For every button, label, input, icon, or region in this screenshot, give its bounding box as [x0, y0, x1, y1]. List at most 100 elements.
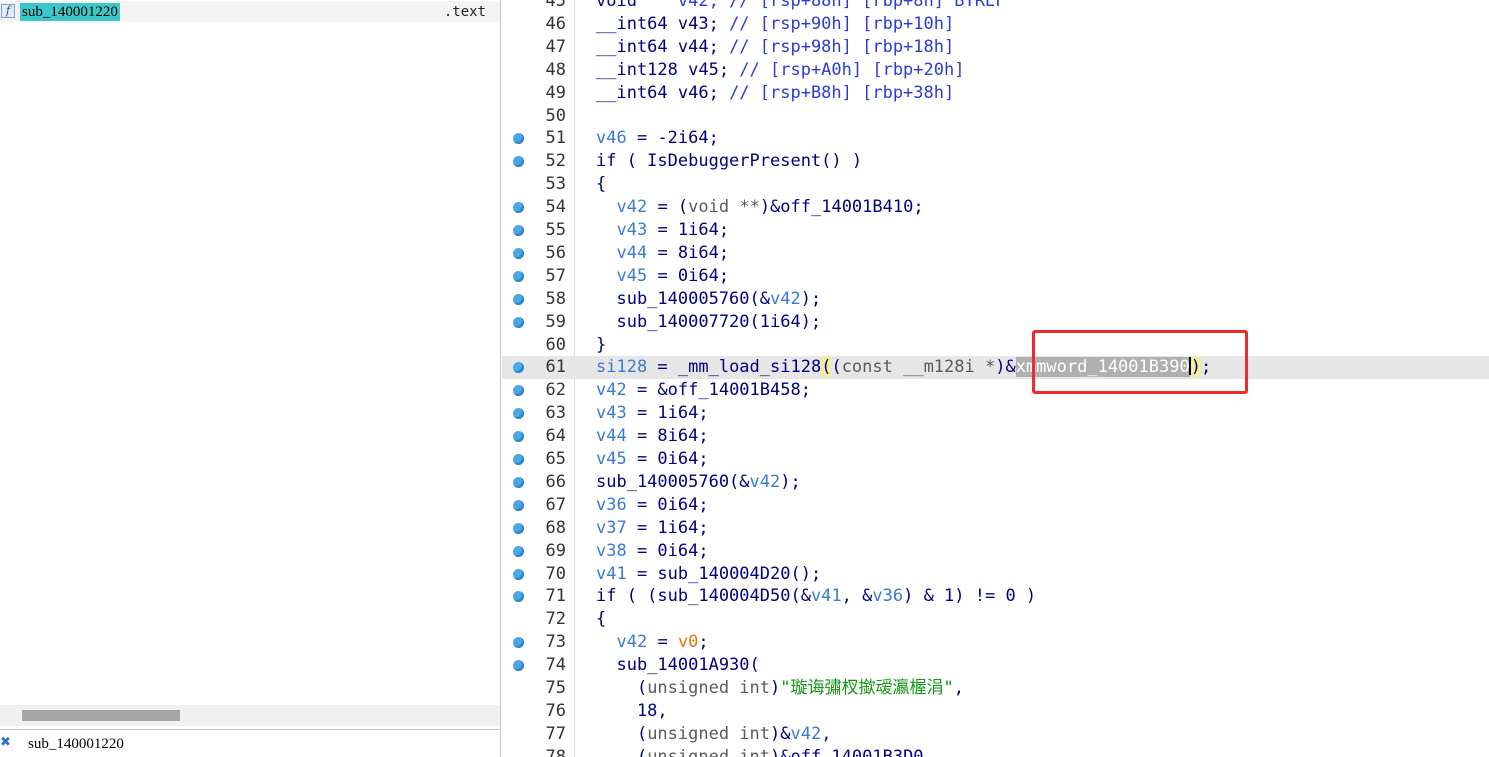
- code-text[interactable]: __int128 v45; // [rsp+A0h] [rbp+20h]: [596, 59, 964, 82]
- scrollbar-thumb[interactable]: [22, 710, 180, 721]
- code-line[interactable]: 70 v41 = sub_140004D20();: [502, 563, 1489, 586]
- code-line[interactable]: 52 if ( IsDebuggerPresent() ): [502, 150, 1489, 173]
- breakpoint-dot-icon[interactable]: [513, 660, 524, 672]
- breakpoint-dot-icon[interactable]: [513, 133, 524, 145]
- code-text[interactable]: void v42; // [rsp+88h] [rbp+8h] BYREF: [596, 0, 1005, 13]
- code-line[interactable]: 74 sub_14001A930(: [502, 654, 1489, 677]
- breakpoint-dot-icon[interactable]: [513, 637, 524, 649]
- code-line[interactable]: 71 if ( (sub_140004D50(&v41, &v36) & 1) !…: [502, 585, 1489, 608]
- code-line[interactable]: 68 v37 = 1i64;: [502, 517, 1489, 540]
- code-text[interactable]: {: [596, 608, 606, 631]
- breakpoint-dot-icon[interactable]: [513, 522, 524, 534]
- code-line[interactable]: 58 sub_140005760(&v42);: [502, 288, 1489, 311]
- code-token: sub_140007720(1i64);: [596, 311, 822, 332]
- code-text[interactable]: (unsigned int)&off_14001B3D0,: [596, 746, 934, 757]
- line-number: 77: [545, 723, 566, 744]
- code-text[interactable]: v43 = 1i64;: [596, 402, 709, 425]
- code-line[interactable]: 47 __int64 v44; // [rsp+98h] [rbp+18h]: [502, 36, 1489, 59]
- code-text[interactable]: sub_140005760(&v42);: [596, 471, 801, 494]
- breakpoint-dot-icon[interactable]: [513, 431, 524, 443]
- code-line[interactable]: 69 v38 = 0i64;: [502, 540, 1489, 563]
- code-line[interactable]: 77 (unsigned int)&v42,: [502, 723, 1489, 746]
- code-text[interactable]: if ( IsDebuggerPresent() ): [596, 150, 862, 173]
- function-list-row[interactable]: f sub_140001220 .text: [0, 1, 500, 22]
- code-line[interactable]: 76 18,: [502, 700, 1489, 723]
- code-line[interactable]: 50: [502, 105, 1489, 128]
- code-line[interactable]: 63 v43 = 1i64;: [502, 402, 1489, 425]
- code-text[interactable]: v37 = 1i64;: [596, 517, 709, 540]
- code-text[interactable]: v46 = -2i64;: [596, 127, 719, 150]
- code-line[interactable]: 56 v44 = 8i64;: [502, 242, 1489, 265]
- breakpoint-dot-icon[interactable]: [513, 202, 524, 214]
- breakpoint-dot-icon[interactable]: [513, 270, 524, 282]
- code-text[interactable]: (unsigned int)"璇诲彇杈撳叆瀛楃涓",: [596, 677, 964, 700]
- code-line[interactable]: 66 sub_140005760(&v42);: [502, 471, 1489, 494]
- breakpoint-dot-icon[interactable]: [513, 362, 524, 374]
- code-text[interactable]: }: [596, 334, 606, 357]
- code-line[interactable]: 61 si128 = _mm_load_si128((const __m128i …: [502, 356, 1489, 380]
- code-text[interactable]: __int64 v46; // [rsp+B8h] [rbp+38h]: [596, 82, 954, 105]
- code-text[interactable]: __int64 v44; // [rsp+98h] [rbp+18h]: [596, 36, 954, 59]
- function-name[interactable]: sub_140001220: [20, 3, 120, 21]
- code-text[interactable]: v44 = 8i64;: [596, 425, 709, 448]
- code-text[interactable]: v43 = 1i64;: [596, 219, 729, 242]
- code-token: const __m128i *: [841, 357, 996, 378]
- breakpoint-dot-icon[interactable]: [513, 225, 524, 236]
- breakpoint-dot-icon[interactable]: [513, 385, 524, 397]
- code-line[interactable]: 67 v36 = 0i64;: [502, 494, 1489, 517]
- code-line[interactable]: 75 (unsigned int)"璇诲彇杈撳叆瀛楃涓",: [502, 677, 1489, 700]
- code-line[interactable]: 49 __int64 v46; // [rsp+B8h] [rbp+38h]: [502, 82, 1489, 105]
- code-line[interactable]: 72 {: [502, 608, 1489, 631]
- breakpoint-dot-icon[interactable]: [513, 408, 524, 420]
- code-text[interactable]: si128 = _mm_load_si128((const __m128i *)…: [596, 356, 1211, 379]
- code-line[interactable]: 73 v42 = v0;: [502, 631, 1489, 654]
- horizontal-scrollbar[interactable]: [0, 705, 500, 726]
- code-text[interactable]: v41 = sub_140004D20();: [596, 563, 821, 586]
- breakpoint-dot-icon[interactable]: [513, 454, 524, 465]
- breakpoint-dot-icon[interactable]: [513, 293, 524, 305]
- breakpoint-dot-icon[interactable]: [513, 545, 524, 557]
- code-text[interactable]: v42 = v0;: [596, 631, 708, 654]
- code-line[interactable]: 57 v45 = 0i64;: [502, 265, 1489, 288]
- code-text[interactable]: 18,: [596, 700, 668, 723]
- code-line[interactable]: 60}: [502, 334, 1489, 357]
- code-line[interactable]: 46 __int64 v43; // [rsp+90h] [rbp+10h]: [502, 13, 1489, 36]
- code-line[interactable]: 51 v46 = -2i64;: [502, 127, 1489, 150]
- code-line[interactable]: 78 (unsigned int)&off_14001B3D0,: [502, 746, 1489, 757]
- clear-filter-icon[interactable]: ✖: [0, 735, 12, 751]
- code-line[interactable]: 54 v42 = (void **)&off_14001B410;: [502, 196, 1489, 219]
- breakpoint-dot-icon[interactable]: [513, 476, 524, 488]
- code-text[interactable]: v44 = 8i64;: [596, 242, 729, 265]
- code-text[interactable]: v42 = &off_14001B458;: [596, 379, 811, 402]
- code-text[interactable]: sub_140005760(&v42);: [596, 288, 821, 311]
- code-line[interactable]: 48 __int128 v45; // [rsp+A0h] [rbp+20h]: [502, 59, 1489, 82]
- code-line[interactable]: 55 v43 = 1i64;: [502, 219, 1489, 242]
- code-text[interactable]: v45 = 0i64;: [596, 265, 729, 288]
- line-number: 50: [545, 105, 566, 126]
- code-line[interactable]: 62 v42 = &off_14001B458;: [502, 379, 1489, 402]
- code-text[interactable]: v45 = 0i64;: [596, 448, 709, 471]
- code-line[interactable]: 59 sub_140007720(1i64);: [502, 311, 1489, 334]
- code-line[interactable]: 45 void v42; // [rsp+88h] [rbp+8h] BYREF: [502, 0, 1489, 13]
- code-line[interactable]: 53 {: [502, 173, 1489, 196]
- breakpoint-dot-icon[interactable]: [513, 156, 524, 168]
- code-text[interactable]: sub_140007720(1i64);: [596, 311, 821, 334]
- code-text[interactable]: v36 = 0i64;: [596, 494, 709, 517]
- breakpoint-dot-icon[interactable]: [513, 316, 524, 328]
- breakpoint-dot-icon[interactable]: [513, 568, 524, 580]
- breakpoint-dot-icon[interactable]: [513, 247, 524, 259]
- code-text[interactable]: __int64 v43; // [rsp+90h] [rbp+10h]: [596, 13, 954, 36]
- filter-bar[interactable]: ✖ sub_140001220: [0, 729, 500, 757]
- code-text[interactable]: if ( (sub_140004D50(&v41, &v36) & 1) != …: [596, 585, 1036, 608]
- code-text[interactable]: v42 = (void **)&off_14001B410;: [596, 196, 923, 219]
- code-text[interactable]: (unsigned int)&v42,: [596, 723, 832, 746]
- code-text[interactable]: v38 = 0i64;: [596, 540, 709, 563]
- breakpoint-dot-icon[interactable]: [513, 591, 524, 603]
- pseudocode-view[interactable]: 45 void v42; // [rsp+88h] [rbp+8h] BYREF 4…: [502, 0, 1489, 757]
- code-text[interactable]: sub_14001A930(: [596, 654, 759, 677]
- breakpoint-dot-icon[interactable]: [513, 499, 524, 511]
- code-line[interactable]: 65 v45 = 0i64;: [502, 448, 1489, 471]
- code-text[interactable]: {: [596, 173, 606, 196]
- filter-text[interactable]: sub_140001220: [28, 734, 124, 754]
- code-line[interactable]: 64 v44 = 8i64;: [502, 425, 1489, 448]
